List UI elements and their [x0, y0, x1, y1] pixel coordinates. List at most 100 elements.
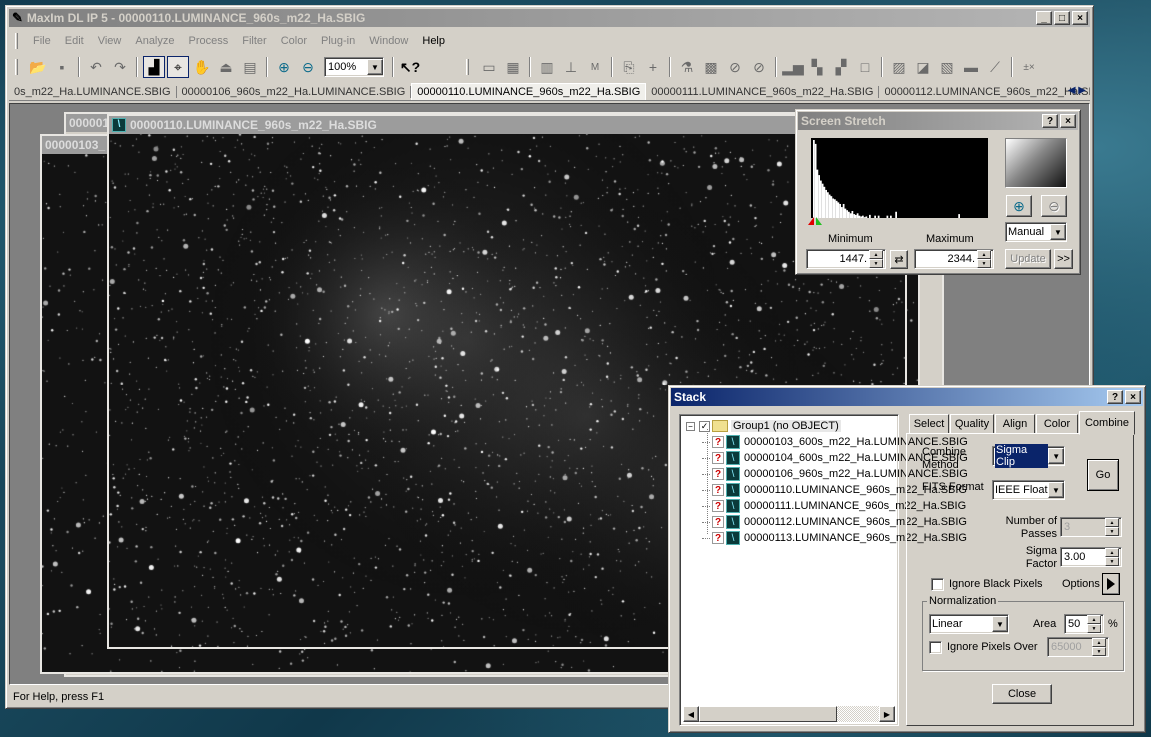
tab-combine[interactable]: Combine: [1079, 411, 1135, 435]
document-tab[interactable]: 00000112.LUMINANCE_960s_m22_Ha.SBIG: [879, 86, 1090, 98]
spin-up-icon[interactable]: ▲: [1105, 548, 1119, 557]
minimum-spinner[interactable]: ▲ ▼: [869, 250, 883, 268]
swap-button[interactable]: ⇄: [890, 250, 908, 269]
spin-down-icon[interactable]: ▼: [1105, 557, 1119, 566]
ignore-pixels-over-checkbox[interactable]: [929, 641, 942, 654]
menu-window[interactable]: Window: [362, 35, 415, 47]
math-icon[interactable]: ±×: [1018, 56, 1040, 78]
horizontal-scrollbar[interactable]: ◀ ▶: [683, 706, 895, 722]
redo-icon[interactable]: ↷: [109, 56, 131, 78]
spin-up-icon[interactable]: ▲: [1092, 638, 1106, 647]
zoom-level-select[interactable]: 100% ▼: [324, 57, 384, 77]
file-tree[interactable]: − ✓ Group1 (no OBJECT) ◀ ▶ ? \ 00000103_60…: [679, 414, 968, 726]
no-edit-icon[interactable]: ⊘: [724, 56, 746, 78]
gradient-icon[interactable]: ▨: [888, 56, 910, 78]
spin-up-icon[interactable]: ▲: [1105, 518, 1119, 527]
min-marker-icon[interactable]: [808, 217, 814, 225]
document-tab[interactable]: 00000110.LUMINANCE_960s_m22_Ha.SBIG: [411, 83, 647, 100]
tab-scroll-arrows[interactable]: ◀ ▶: [1068, 85, 1086, 96]
square-icon[interactable]: □: [854, 56, 876, 78]
m-ruler-icon[interactable]: M: [584, 56, 606, 78]
menu-plug-in[interactable]: Plug-in: [314, 35, 362, 47]
zoom-out-histogram-button[interactable]: ⊖: [1041, 195, 1067, 217]
copy-icon[interactable]: ⎘: [618, 56, 640, 78]
area-spinner[interactable]: ▲ ▼: [1087, 615, 1101, 633]
tab-color[interactable]: Color: [1036, 414, 1078, 434]
toolbar-grip[interactable]: [466, 59, 469, 75]
stretch-mode-select[interactable]: Manual ▼: [1005, 222, 1067, 242]
tab-align[interactable]: Align: [995, 414, 1035, 434]
bar-chart-icon[interactable]: ▂▅: [782, 56, 804, 78]
collapse-icon[interactable]: −: [686, 421, 695, 431]
screen-stretch-icon[interactable]: ▟: [143, 56, 165, 78]
ignore-over-spinner[interactable]: ▲ ▼: [1092, 638, 1106, 656]
crosshair-icon[interactable]: ⌖: [167, 56, 189, 78]
scroll-left-button[interactable]: ◀: [683, 706, 699, 722]
document-tab[interactable]: 0s_m22_Ha.LUMINANCE.SBIG: [9, 85, 177, 98]
menu-filter[interactable]: Filter: [235, 35, 273, 47]
expand-button[interactable]: >>: [1054, 249, 1073, 269]
chevron-down-icon[interactable]: ▼: [1050, 224, 1066, 240]
scroll-right-button[interactable]: ▶: [879, 706, 895, 722]
ignore-pixels-over-input[interactable]: 65000 ▲ ▼: [1047, 637, 1109, 657]
close-button[interactable]: ×: [1060, 114, 1076, 128]
screen-stretch-titlebar[interactable]: Screen Stretch ? ×: [798, 112, 1078, 130]
passes-spinner[interactable]: ▲ ▼: [1105, 518, 1119, 536]
fits-format-select[interactable]: IEEE Float ▼: [992, 480, 1065, 500]
options-button[interactable]: [1102, 573, 1120, 595]
zoom-out-icon[interactable]: ⊖: [297, 56, 319, 78]
context-help-icon[interactable]: ↖?: [399, 56, 421, 78]
close-button[interactable]: ×: [1125, 390, 1141, 404]
close-stack-button[interactable]: Close: [992, 684, 1052, 704]
normalization-select[interactable]: Linear ▼: [929, 614, 1009, 634]
menu-help[interactable]: Help: [415, 35, 452, 47]
tab-select[interactable]: Select: [909, 414, 949, 434]
gradient2-icon[interactable]: ◪: [912, 56, 934, 78]
stack-icon[interactable]: ▦: [502, 56, 524, 78]
measure-icon[interactable]: ⊥: [560, 56, 582, 78]
scrollbar-track[interactable]: [837, 706, 879, 722]
max-marker-icon[interactable]: [816, 217, 822, 225]
bar-icon[interactable]: ▬: [960, 56, 982, 78]
overlap2-icon[interactable]: ▞: [830, 56, 852, 78]
sigma-spinner[interactable]: ▲ ▼: [1105, 548, 1119, 566]
hand-icon[interactable]: ✋: [191, 56, 213, 78]
spin-down-icon[interactable]: ▼: [977, 259, 991, 268]
mosaic-icon[interactable]: ▩: [700, 56, 722, 78]
lock-icon[interactable]: ⏏: [215, 56, 237, 78]
tab-quality[interactable]: Quality: [950, 414, 994, 434]
area-input[interactable]: 50 ▲ ▼: [1064, 614, 1104, 634]
update-button[interactable]: Update: [1005, 249, 1051, 269]
go-button[interactable]: Go: [1087, 459, 1119, 491]
save-icon[interactable]: ▪: [51, 56, 73, 78]
ignore-black-checkbox[interactable]: [931, 578, 944, 591]
spin-up-icon[interactable]: ▲: [869, 250, 883, 259]
no-set-icon[interactable]: ⊘: [748, 56, 770, 78]
zoom-in-icon[interactable]: ⊕: [273, 56, 295, 78]
chevron-down-icon[interactable]: ▼: [1048, 448, 1064, 464]
maximum-input[interactable]: 2344. ▲ ▼: [914, 249, 994, 269]
chevron-down-icon[interactable]: ▼: [1048, 482, 1064, 498]
combine-method-select[interactable]: Sigma Clip ▼: [992, 444, 1065, 468]
sigma-factor-input[interactable]: 3.00 ▲ ▼: [1060, 547, 1122, 567]
group-checkbox[interactable]: ✓: [699, 420, 710, 432]
chevron-down-icon[interactable]: ▼: [992, 616, 1008, 632]
minimize-button[interactable]: _: [1036, 11, 1052, 25]
zoom-in-histogram-button[interactable]: ⊕: [1006, 195, 1032, 217]
spin-up-icon[interactable]: ▲: [1087, 615, 1101, 624]
close-button[interactable]: ×: [1072, 11, 1088, 25]
open-icon[interactable]: 📂: [27, 56, 49, 78]
spin-down-icon[interactable]: ▼: [1105, 527, 1119, 536]
flask-icon[interactable]: ⚗: [676, 56, 698, 78]
chevron-down-icon[interactable]: ▼: [367, 59, 383, 75]
menu-analyze[interactable]: Analyze: [128, 35, 181, 47]
plus-icon[interactable]: +: [642, 56, 664, 78]
stack-titlebar[interactable]: Stack ? ×: [671, 388, 1143, 406]
spin-up-icon[interactable]: ▲: [977, 250, 991, 259]
ruler-icon[interactable]: ▭: [478, 56, 500, 78]
menu-color[interactable]: Color: [274, 35, 314, 47]
menu-file[interactable]: File: [26, 35, 58, 47]
maximum-spinner[interactable]: ▲ ▼: [977, 250, 991, 268]
passes-input[interactable]: 3 ▲ ▼: [1060, 517, 1122, 537]
tree-group[interactable]: − ✓ Group1 (no OBJECT): [686, 418, 841, 434]
